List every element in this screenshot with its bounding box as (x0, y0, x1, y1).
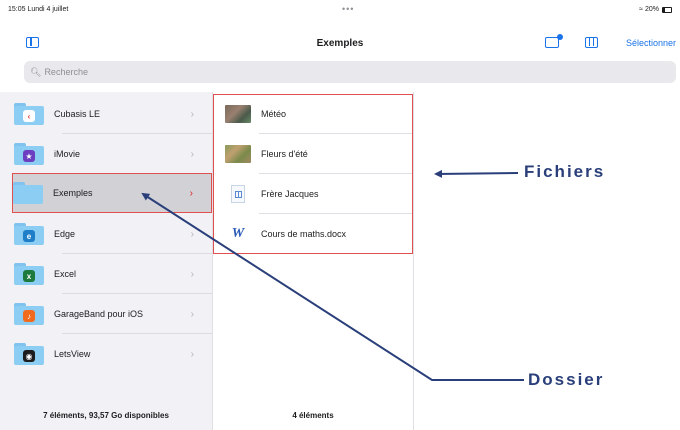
dossier-arrow (141, 192, 524, 381)
annotation-fichiers: Fichiers (524, 162, 606, 181)
annotation-arrows (141, 169, 524, 381)
fichiers-arrow (434, 169, 519, 178)
files-app-screen: 15:05 Lundi 4 juillet ••• ≈ 20% Exemples… (0, 0, 680, 430)
annotation-dossier: Dossier (528, 370, 605, 389)
